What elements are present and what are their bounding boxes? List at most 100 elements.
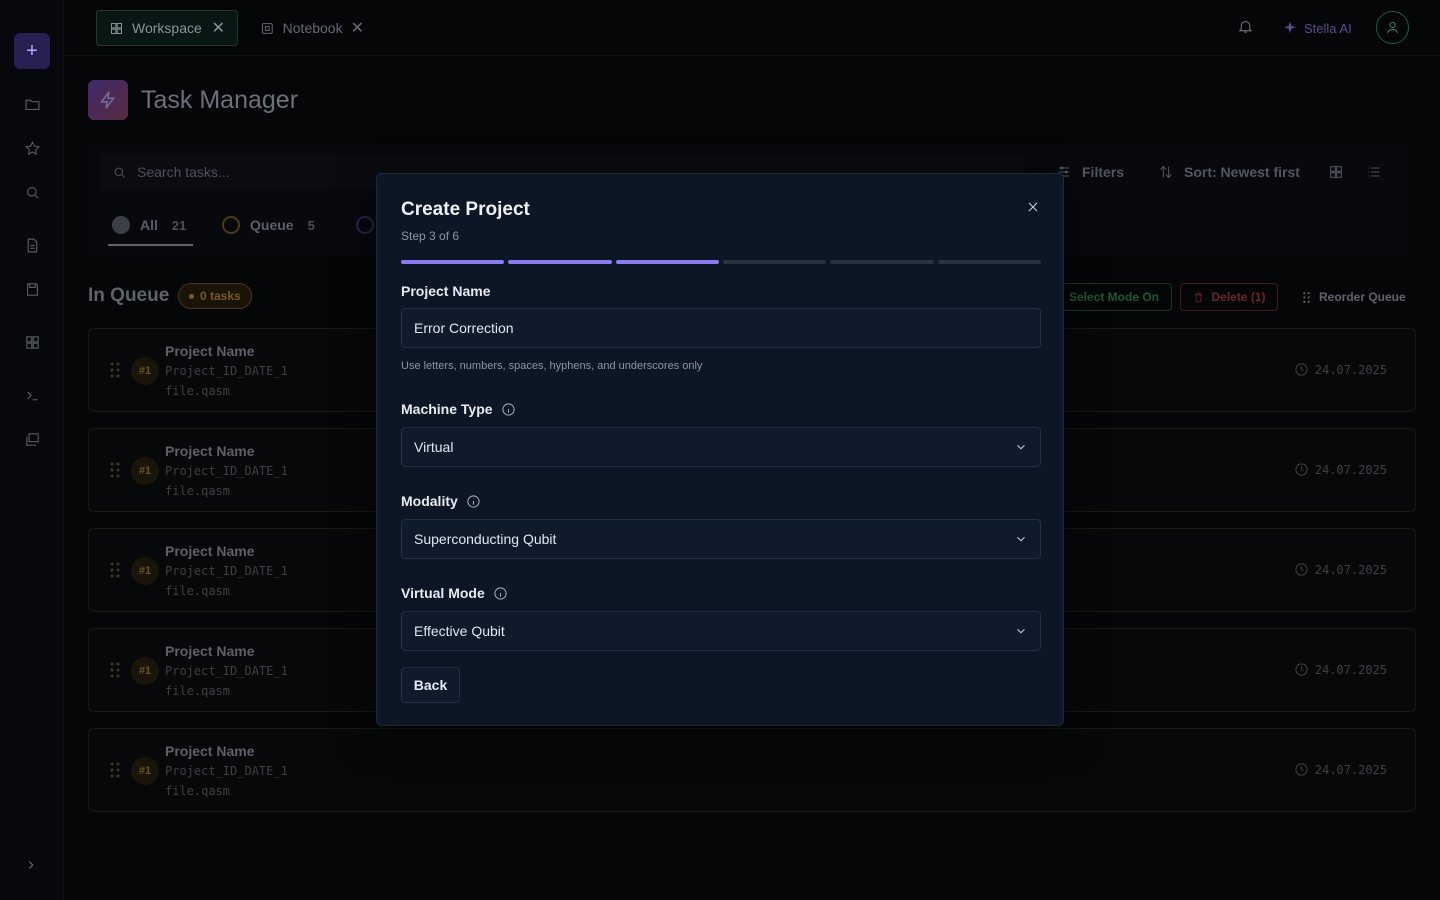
reorder-queue-button[interactable]: Reorder Queue — [1290, 283, 1416, 311]
progress-step — [830, 260, 934, 264]
segment-label: Queue — [250, 217, 294, 233]
file-name: file.qasm — [165, 684, 231, 698]
list-view-button[interactable] — [1366, 160, 1382, 184]
date-label: 24.07.2025 — [1314, 662, 1387, 677]
close-icon[interactable]: ✕ — [351, 18, 364, 38]
clock-icon — [1295, 663, 1308, 676]
select-value: Virtual — [414, 439, 454, 455]
segment-queue[interactable]: Queue 5 — [222, 216, 315, 234]
segment-count: 21 — [171, 217, 187, 233]
trash-icon — [1195, 292, 1203, 302]
star-icon[interactable] — [22, 138, 42, 158]
folder-icon[interactable] — [22, 94, 42, 114]
queue-position: #1 — [131, 457, 159, 485]
row-date: 24.07.2025 — [1294, 462, 1387, 477]
chevron-down-icon — [1014, 532, 1028, 546]
back-button[interactable]: Back — [401, 667, 460, 703]
project-id: Project_ID_DATE_1 — [165, 364, 288, 378]
info-icon[interactable] — [466, 494, 481, 509]
chevron-right-icon[interactable] — [24, 858, 40, 878]
progress-step — [937, 260, 1041, 264]
select-mode-button[interactable]: Select Mode On — [1056, 283, 1172, 311]
clock-icon — [1295, 363, 1308, 376]
tab-notebook[interactable]: Notebook ✕ — [248, 10, 376, 46]
queue-position: #1 — [131, 657, 159, 685]
drag-handle-icon[interactable] — [109, 561, 121, 579]
drag-handle-icon — [1303, 291, 1310, 303]
grid-view-button[interactable] — [1328, 160, 1344, 184]
document-icon[interactable] — [22, 235, 42, 255]
delete-label: Delete (1) — [1211, 290, 1266, 304]
sort-icon — [1160, 165, 1172, 179]
machine-type-label: Machine Type — [401, 401, 516, 417]
terminal-icon[interactable] — [22, 385, 42, 405]
bolt-icon — [100, 91, 115, 109]
filters-button[interactable]: Filters — [1056, 160, 1124, 184]
label-text: Modality — [401, 493, 458, 509]
stack-icon — [112, 216, 130, 234]
delete-button[interactable]: Delete (1) — [1180, 283, 1278, 311]
close-icon[interactable]: ✕ — [212, 18, 225, 38]
grid-icon — [1330, 166, 1342, 178]
modal-title: Create Project — [401, 199, 530, 220]
tab-label: Notebook — [282, 20, 343, 36]
date-label: 24.07.2025 — [1314, 362, 1387, 377]
project-name-input[interactable] — [414, 320, 1028, 336]
project-name: Project Name — [165, 443, 255, 459]
info-icon[interactable] — [493, 586, 508, 601]
search-icon[interactable] — [22, 182, 42, 202]
layers-icon[interactable] — [22, 429, 42, 449]
select-value: Effective Qubit — [414, 623, 505, 639]
gear-icon — [356, 216, 374, 234]
segment-all[interactable]: All 21 — [112, 216, 186, 234]
modality-select[interactable]: Superconducting Qubit — [401, 519, 1041, 559]
label-text: Project Name — [401, 283, 491, 299]
project-name: Project Name — [165, 543, 255, 559]
table-row[interactable]: #1 Project Name Project_ID_DATE_1 file.q… — [88, 728, 1416, 812]
drag-handle-icon[interactable] — [109, 361, 121, 379]
new-item-button[interactable]: + — [14, 33, 50, 69]
project-name-hint: Use letters, numbers, spaces, hyphens, a… — [401, 360, 703, 372]
create-project-modal: Create Project Step 3 of 6 Project Name … — [376, 173, 1064, 726]
queue-title: In Queue — [88, 285, 170, 306]
drag-handle-icon[interactable] — [109, 761, 121, 779]
row-date: 24.07.2025 — [1294, 362, 1387, 377]
segment-label: All — [140, 217, 158, 233]
drag-handle-icon[interactable] — [109, 461, 121, 479]
select-mode-label: Select Mode On — [1068, 290, 1160, 304]
bell-icon[interactable] — [1237, 18, 1255, 38]
label-text: Machine Type — [401, 401, 493, 417]
save-icon[interactable] — [22, 279, 42, 299]
reorder-label: Reorder Queue — [1319, 290, 1406, 304]
project-name: Project Name — [165, 343, 255, 359]
progress-step — [615, 260, 719, 264]
stella-ai-button[interactable]: Stella AI — [1282, 18, 1352, 38]
label-text: Virtual Mode — [401, 585, 485, 601]
drag-handle-icon[interactable] — [109, 661, 121, 679]
search-placeholder: Search tasks... — [137, 164, 230, 180]
project-name-field[interactable] — [401, 308, 1041, 348]
info-icon[interactable] — [501, 402, 516, 417]
chevron-down-icon — [1014, 440, 1028, 454]
progress-step — [401, 260, 505, 264]
segment-running[interactable] — [356, 216, 374, 234]
project-name-label: Project Name — [401, 283, 490, 299]
machine-type-select[interactable]: Virtual — [401, 427, 1041, 467]
avatar[interactable] — [1376, 11, 1409, 44]
dashboard-icon[interactable] — [22, 332, 42, 352]
row-date: 24.07.2025 — [1294, 562, 1387, 577]
clock-icon — [1295, 763, 1308, 776]
sort-button[interactable]: Sort: Newest first — [1158, 160, 1300, 184]
project-id: Project_ID_DATE_1 — [165, 764, 288, 778]
project-name: Project Name — [165, 643, 255, 659]
modality-label: Modality — [401, 493, 481, 509]
tab-workspace[interactable]: Workspace ✕ — [96, 10, 238, 46]
progress-step — [508, 260, 612, 264]
sort-label: Sort: Newest first — [1184, 164, 1300, 180]
filters-label: Filters — [1082, 164, 1125, 180]
user-icon — [1387, 22, 1398, 34]
close-button[interactable] — [1024, 198, 1042, 216]
select-value: Superconducting Qubit — [414, 531, 557, 547]
file-name: file.qasm — [165, 784, 231, 798]
virtual-mode-select[interactable]: Effective Qubit — [401, 611, 1041, 651]
